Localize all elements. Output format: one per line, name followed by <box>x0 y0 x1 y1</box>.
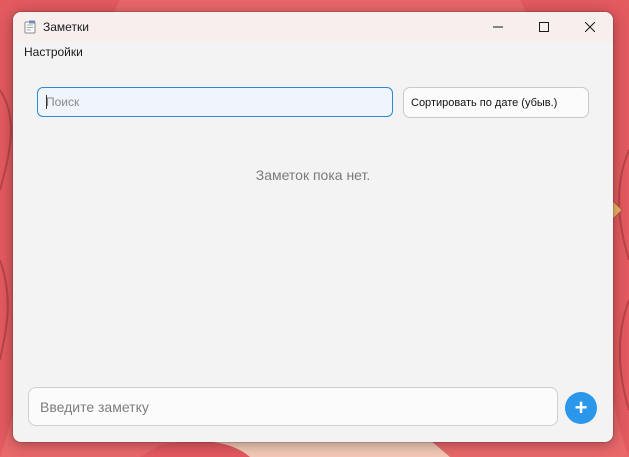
minimize-icon <box>493 26 503 28</box>
close-button[interactable] <box>567 12 613 42</box>
menu-bar: Настройки <box>13 42 613 64</box>
menu-item-settings[interactable]: Настройки <box>23 45 84 59</box>
text-caret <box>46 95 47 109</box>
sort-dropdown[interactable]: Сортировать по дате (убыв.) <box>403 87 589 118</box>
notepad-icon <box>24 20 36 34</box>
search-input[interactable] <box>37 87 393 117</box>
note-input[interactable] <box>28 387 558 426</box>
minimize-button[interactable] <box>475 12 521 42</box>
title-bar[interactable]: Заметки <box>13 12 613 42</box>
add-note-button[interactable]: + <box>565 392 597 424</box>
desktop: Заметки Настройки Поиск Сортировать по д… <box>0 0 629 457</box>
plus-icon: + <box>574 395 588 420</box>
close-icon <box>585 22 595 32</box>
maximize-button[interactable] <box>521 12 567 42</box>
maximize-icon <box>539 22 549 32</box>
sort-dropdown-label: Сортировать по дате (убыв.) <box>411 96 558 109</box>
notes-window: Заметки Настройки Поиск Сортировать по д… <box>13 12 613 442</box>
empty-notes-message: Заметок пока нет. <box>255 167 371 183</box>
window-title: Заметки <box>43 20 89 34</box>
